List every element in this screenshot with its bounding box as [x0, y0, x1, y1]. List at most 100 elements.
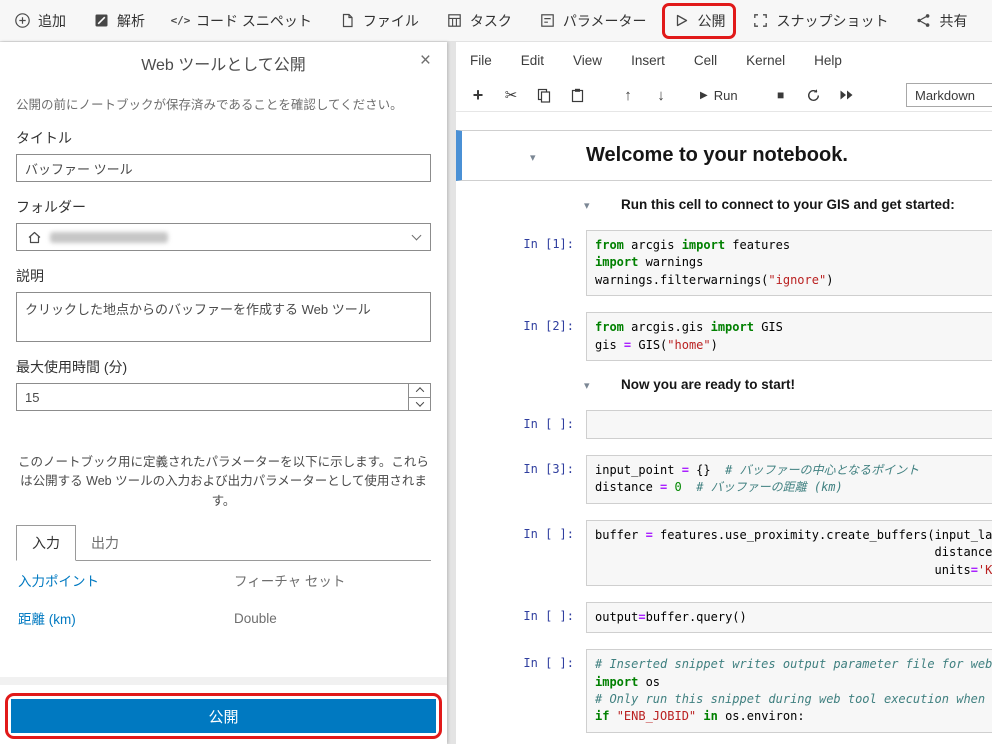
stop-icon: ■	[776, 88, 785, 102]
code-cell[interactable]: In [2]: from arcgis.gis import GIS gis = …	[464, 312, 992, 361]
stepper-up-button[interactable]	[409, 384, 430, 397]
restart-kernel-button[interactable]	[806, 88, 822, 103]
markdown-cell[interactable]: ▾ Run this cell to connect to your GIS an…	[464, 197, 992, 212]
markdown-cell[interactable]: ▾ Now you are ready to start!	[464, 377, 992, 392]
cell-prompt: In [ ]:	[523, 526, 574, 541]
max-time-input[interactable]	[17, 384, 408, 410]
collapse-caret-icon[interactable]: ▾	[584, 379, 604, 392]
tab-output[interactable]: 出力	[76, 526, 134, 560]
parameters-icon	[539, 12, 556, 29]
param-type: Double	[234, 610, 277, 626]
parameters-note: このノートブック用に定義されたパラメーターを以下に示します。これらは公開する W…	[18, 455, 429, 508]
fast-forward-icon	[840, 90, 853, 100]
publish-button[interactable]: 公開	[11, 699, 436, 733]
notebook-cells: ▾ Welcome to your notebook. ▾ Run this cell…	[456, 112, 992, 744]
publish-button-highlight-annotation: 公開	[5, 693, 442, 739]
cell-type-select[interactable]: Markdown	[906, 83, 992, 107]
top-toolbar: 追加 解析 </> コード スニペット ファイル タスク パラメーター 公開 ス…	[0, 0, 992, 42]
description-textarea[interactable]: クリックした地点からのバッファーを作成する Web ツール	[16, 292, 431, 342]
code-cell[interactable]: In [1]: from arcgis import features impor…	[464, 230, 992, 297]
toolbar-item-snapshot[interactable]: スナップショット	[752, 11, 888, 31]
cell-prompt: In [1]:	[523, 237, 574, 251]
code-editor[interactable]: from arcgis import features import warni…	[586, 230, 992, 297]
panel-body: 公開の前にノートブックが保存済みであることを確認してください。 タイトル フォル…	[0, 84, 447, 677]
param-name-link[interactable]: 距離 (km)	[18, 608, 234, 628]
panel-divider	[447, 42, 456, 744]
code-editor[interactable]: # Inserted snippet writes output paramet…	[586, 649, 992, 733]
cut-cell-button[interactable]: ✂	[503, 88, 519, 103]
run-button[interactable]: ▶ Run	[700, 88, 738, 103]
collapse-caret-icon[interactable]: ▾	[530, 151, 550, 164]
code-editor[interactable]: from arcgis.gis import GIS gis = GIS("ho…	[586, 312, 992, 361]
code-editor[interactable]: input_point = {} # バッファーの中心となるポイント dista…	[586, 454, 992, 504]
menu-file[interactable]: File	[470, 53, 492, 68]
folder-select[interactable]	[16, 223, 431, 251]
markdown-cell[interactable]: ▾ Welcome to your notebook.	[456, 130, 992, 181]
menu-insert[interactable]: Insert	[631, 53, 665, 68]
menu-help[interactable]: Help	[814, 53, 842, 68]
code-editor[interactable]: output=buffer.query()	[586, 601, 992, 634]
toolbar-item-publish[interactable]: 公開	[673, 11, 725, 31]
markdown-heading-text: Welcome to your notebook.	[586, 144, 848, 166]
markdown-heading-text: Run this cell to connect to your GIS and…	[621, 197, 955, 212]
code-editor[interactable]	[586, 409, 992, 439]
description-field-label: 説明	[16, 268, 44, 284]
code-cell[interactable]: In [3]: input_point = {} # バッファーの中心となるポイン…	[464, 454, 992, 504]
toolbar-item-file[interactable]: ファイル	[339, 11, 419, 31]
close-icon[interactable]: ×	[420, 51, 431, 70]
restart-run-all-button[interactable]	[839, 89, 855, 101]
toolbar-item-label: タスク	[469, 12, 512, 29]
paste-cell-button[interactable]	[569, 88, 585, 103]
param-row: 入力ポイント フィーチャ セット	[16, 561, 431, 599]
publish-icon	[673, 12, 690, 29]
home-icon	[27, 230, 42, 245]
toolbar-item-label: 解析	[117, 12, 145, 29]
max-time-stepper	[16, 383, 431, 411]
menu-kernel[interactable]: Kernel	[746, 53, 785, 68]
code-editor[interactable]: buffer = features.use_proximity.create_b…	[586, 519, 992, 586]
arrow-down-icon: ↓	[657, 86, 665, 104]
cell-prompt: In [ ]:	[523, 608, 574, 623]
chevron-up-icon	[415, 387, 424, 396]
collapse-caret-icon[interactable]: ▾	[584, 199, 604, 212]
menu-cell[interactable]: Cell	[694, 53, 717, 68]
refresh-icon	[808, 88, 820, 101]
copy-icon	[537, 88, 551, 103]
toolbar-item-tasks[interactable]: タスク	[446, 11, 512, 31]
toolbar-item-add[interactable]: 追加	[14, 11, 66, 31]
param-name-link[interactable]: 入力ポイント	[18, 570, 234, 590]
toolbar-item-parameters[interactable]: パラメーター	[539, 11, 646, 31]
run-label: Run	[713, 87, 738, 103]
move-cell-down-button[interactable]: ↓	[653, 88, 669, 103]
plus-icon: +	[472, 85, 484, 105]
cell-prompt: In [ ]:	[523, 656, 574, 671]
code-cell[interactable]: In [ ]: # Inserted snippet writes output …	[464, 649, 992, 733]
cell-type-value: Markdown	[915, 87, 975, 103]
toolbar-item-code-snippet[interactable]: </> コード スニペット	[171, 11, 312, 31]
tab-input[interactable]: 入力	[16, 525, 76, 562]
move-cell-up-button[interactable]: ↑	[620, 88, 636, 103]
menu-view[interactable]: View	[573, 53, 602, 68]
chevron-down-icon	[415, 398, 424, 407]
toolbar-item-label: ファイル	[362, 12, 419, 29]
max-time-field-label: 最大使用時間 (分)	[16, 359, 128, 375]
analysis-icon	[93, 12, 110, 29]
stop-button[interactable]: ■	[773, 89, 789, 101]
add-cell-button[interactable]: +	[470, 86, 486, 104]
code-cell[interactable]: In [ ]:	[464, 409, 992, 439]
cell-prompt: In [2]:	[523, 319, 574, 334]
menu-edit[interactable]: Edit	[521, 53, 544, 68]
panel-footer: 公開	[0, 677, 447, 744]
notebook-area: File Edit View Insert Cell Kernel Help +…	[456, 42, 992, 744]
toolbar-item-analysis[interactable]: 解析	[93, 11, 145, 31]
code-cell[interactable]: In [ ]: buffer = features.use_proximity.c…	[464, 519, 992, 586]
snapshot-icon	[752, 12, 769, 29]
title-input[interactable]	[16, 154, 431, 182]
publish-panel: Web ツールとして公開 × 公開の前にノートブックが保存済みであることを確認し…	[0, 42, 447, 744]
copy-cell-button[interactable]	[536, 88, 552, 103]
toolbar-item-share[interactable]: 共有	[915, 11, 967, 31]
param-tabs: 入力 出力	[16, 525, 431, 562]
stepper-down-button[interactable]	[409, 396, 430, 411]
code-cell[interactable]: In [ ]: output=buffer.query()	[464, 601, 992, 634]
panel-header: Web ツールとして公開 ×	[0, 42, 447, 84]
